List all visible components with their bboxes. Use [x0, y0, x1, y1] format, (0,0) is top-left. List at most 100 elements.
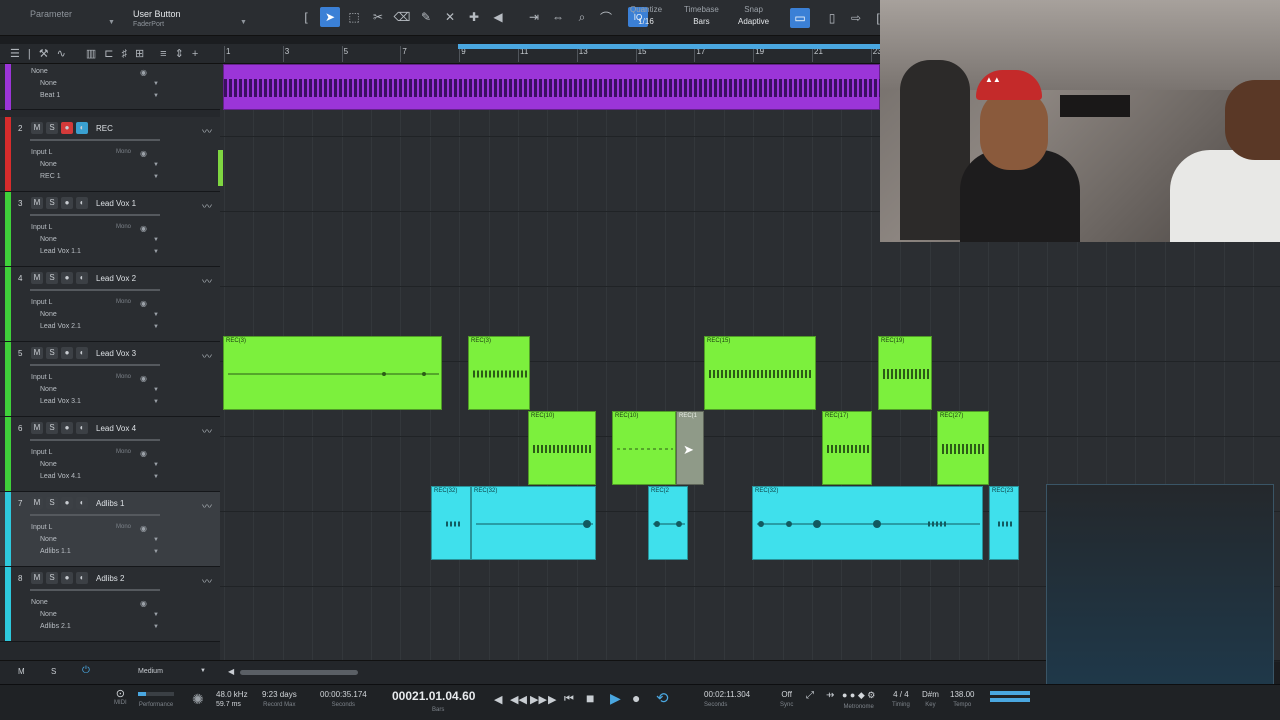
- monitor-button[interactable]: ◐: [76, 122, 88, 134]
- track-output[interactable]: None: [40, 80, 57, 87]
- key-control[interactable]: D#m Key: [922, 690, 939, 708]
- loop-end-icon[interactable]: ▶: [548, 693, 556, 706]
- rewind-icon[interactable]: ◀◀: [510, 693, 527, 706]
- record-arm-button[interactable]: ●: [61, 272, 73, 284]
- volume-fader[interactable]: [30, 139, 160, 141]
- mute-button[interactable]: M: [31, 572, 43, 584]
- track-output[interactable]: None: [40, 386, 57, 393]
- bars-time[interactable]: 00021.01.04.60: [392, 689, 475, 703]
- loop-range[interactable]: [458, 44, 880, 49]
- scroll-left-icon[interactable]: ◀: [228, 667, 234, 676]
- solo-button[interactable]: S: [46, 422, 58, 434]
- solo-button[interactable]: S: [46, 572, 58, 584]
- chevron-down-icon[interactable]: ▼: [153, 93, 159, 99]
- track-input[interactable]: None: [31, 599, 48, 606]
- track-output[interactable]: None: [40, 536, 57, 543]
- track-channel[interactable]: REC 1: [40, 173, 61, 180]
- track-output[interactable]: None: [40, 461, 57, 468]
- volume-fader[interactable]: [30, 589, 160, 591]
- chevron-down-icon[interactable]: ▼: [153, 549, 159, 555]
- audio-clip[interactable]: REC(3): [223, 336, 442, 410]
- mute-tool-icon[interactable]: ✕: [440, 7, 460, 27]
- chevron-down-icon[interactable]: ▼: [153, 537, 159, 543]
- monitor-button[interactable]: ◐: [76, 347, 88, 359]
- power-icon[interactable]: ◉: [140, 224, 147, 233]
- track-output[interactable]: None: [40, 611, 57, 618]
- mute-button[interactable]: M: [31, 272, 43, 284]
- audio-clip[interactable]: REC(23: [989, 486, 1019, 560]
- track-input[interactable]: Input L: [31, 299, 52, 306]
- stop-icon[interactable]: ■: [586, 690, 594, 706]
- audio-clip[interactable]: REC(17): [822, 411, 872, 485]
- parameter-box[interactable]: Parameter User Button FaderPort ▼ ▼: [0, 4, 252, 32]
- chevron-down-icon[interactable]: ▼: [153, 387, 159, 393]
- marker-icon[interactable]: |: [28, 48, 31, 60]
- volume-fader[interactable]: [30, 289, 160, 291]
- power-icon[interactable]: ◉: [140, 68, 147, 77]
- record-arm-button[interactable]: ●: [61, 122, 73, 134]
- track-header[interactable]: None ◉ None ▼ Beat 1 ▼: [0, 64, 220, 110]
- snap-both-icon[interactable]: ⇔: [548, 7, 568, 27]
- return-zero-icon[interactable]: ⏮: [564, 693, 574, 706]
- power-icon[interactable]: ◉: [140, 524, 147, 533]
- precount-icon[interactable]: ⤢: [806, 690, 814, 701]
- chevron-down-icon[interactable]: ▼: [153, 237, 159, 243]
- preroll-icon[interactable]: ⇸: [826, 690, 834, 701]
- performance-meter[interactable]: Performance: [138, 690, 174, 708]
- expand-icon[interactable]: ⇕: [175, 47, 184, 60]
- audio-clip[interactable]: REC(10): [528, 411, 596, 485]
- auto-scroll-icon[interactable]: ⌒: [596, 7, 616, 27]
- play-icon[interactable]: ▶: [610, 690, 621, 707]
- track-header[interactable]: 3 M S ● ◐ Lead Vox 1 〰 Input L Mono ◉ None ▼ Lead Vo…: [0, 192, 220, 267]
- loop-icon[interactable]: ⟲: [656, 689, 669, 707]
- track-input[interactable]: Input L: [31, 524, 52, 531]
- solo-all-button[interactable]: S: [51, 667, 56, 676]
- track-input[interactable]: Input L: [31, 449, 52, 456]
- mute-button[interactable]: M: [31, 122, 43, 134]
- chevron-down-icon[interactable]: ▼: [153, 312, 159, 318]
- split-tool-icon[interactable]: ✂: [368, 7, 388, 27]
- solo-button[interactable]: S: [46, 272, 58, 284]
- zoom-icon[interactable]: ⌕: [572, 7, 592, 27]
- chevron-down-icon[interactable]: ▼: [153, 462, 159, 468]
- volume-fader[interactable]: [30, 364, 160, 366]
- metronome-control[interactable]: ● ● ◆ ⚙ Metronome: [842, 690, 875, 710]
- track-input[interactable]: None: [31, 68, 48, 75]
- track-channel[interactable]: Lead Vox 2.1: [40, 323, 81, 330]
- audio-clip[interactable]: REC(2: [648, 486, 688, 560]
- record-arm-button[interactable]: ●: [61, 572, 73, 584]
- track-header[interactable]: 2 M S ● ◐ REC 〰 Input L Mono ◉ None ▼ REC 1 ▼: [0, 117, 220, 192]
- audio-clip[interactable]: REC(10): [612, 411, 676, 485]
- mute-button[interactable]: M: [31, 347, 43, 359]
- timing-control[interactable]: 4 / 4 Timing: [892, 690, 910, 708]
- track-input[interactable]: Input L: [31, 374, 52, 381]
- audio-clip-beat[interactable]: [223, 64, 881, 110]
- track-header[interactable]: 8 M S ● ◐ Adlibs 2 〰 None ◉ None ▼ Adlibs 2.1 ▼: [0, 567, 220, 642]
- chord-icon[interactable]: ♯: [121, 48, 127, 60]
- track-header[interactable]: 5 M S ● ◐ Lead Vox 3 〰 Input L Mono ◉ None ▼ Lead Vo…: [0, 342, 220, 417]
- solo-button[interactable]: S: [46, 497, 58, 509]
- arrow-tool-icon[interactable]: ➤: [320, 7, 340, 27]
- audio-clip[interactable]: REC(32): [471, 486, 596, 560]
- power-icon[interactable]: ◉: [140, 599, 147, 608]
- sync-control[interactable]: Off Sync: [780, 690, 793, 708]
- power-icon[interactable]: ◉: [140, 149, 147, 158]
- snap-group[interactable]: Snap Adaptive: [738, 5, 769, 26]
- timebase-group[interactable]: Timebase Bars: [684, 5, 719, 26]
- power-icon[interactable]: ◉: [140, 374, 147, 383]
- quantize-group[interactable]: Quantize 1/16: [630, 5, 662, 26]
- chevron-down-icon[interactable]: ▼: [153, 324, 159, 330]
- monitor-button[interactable]: ◐: [76, 422, 88, 434]
- record-arm-button[interactable]: ●: [61, 422, 73, 434]
- automation-icon[interactable]: ∿: [57, 47, 66, 60]
- chevron-down-icon[interactable]: ▼: [153, 399, 159, 405]
- chevron-down-icon[interactable]: ▼: [153, 174, 159, 180]
- solo-button[interactable]: S: [46, 122, 58, 134]
- waveform-icon[interactable]: 〰: [202, 198, 212, 213]
- waveform-icon[interactable]: 〰: [202, 273, 212, 288]
- audio-clip[interactable]: REC(19): [878, 336, 932, 410]
- waveform-icon[interactable]: 〰: [202, 498, 212, 513]
- tempo-control[interactable]: 138.00 Tempo: [950, 690, 974, 708]
- record-icon[interactable]: ●: [632, 690, 640, 706]
- track-channel[interactable]: Adlibs 2.1: [40, 623, 71, 630]
